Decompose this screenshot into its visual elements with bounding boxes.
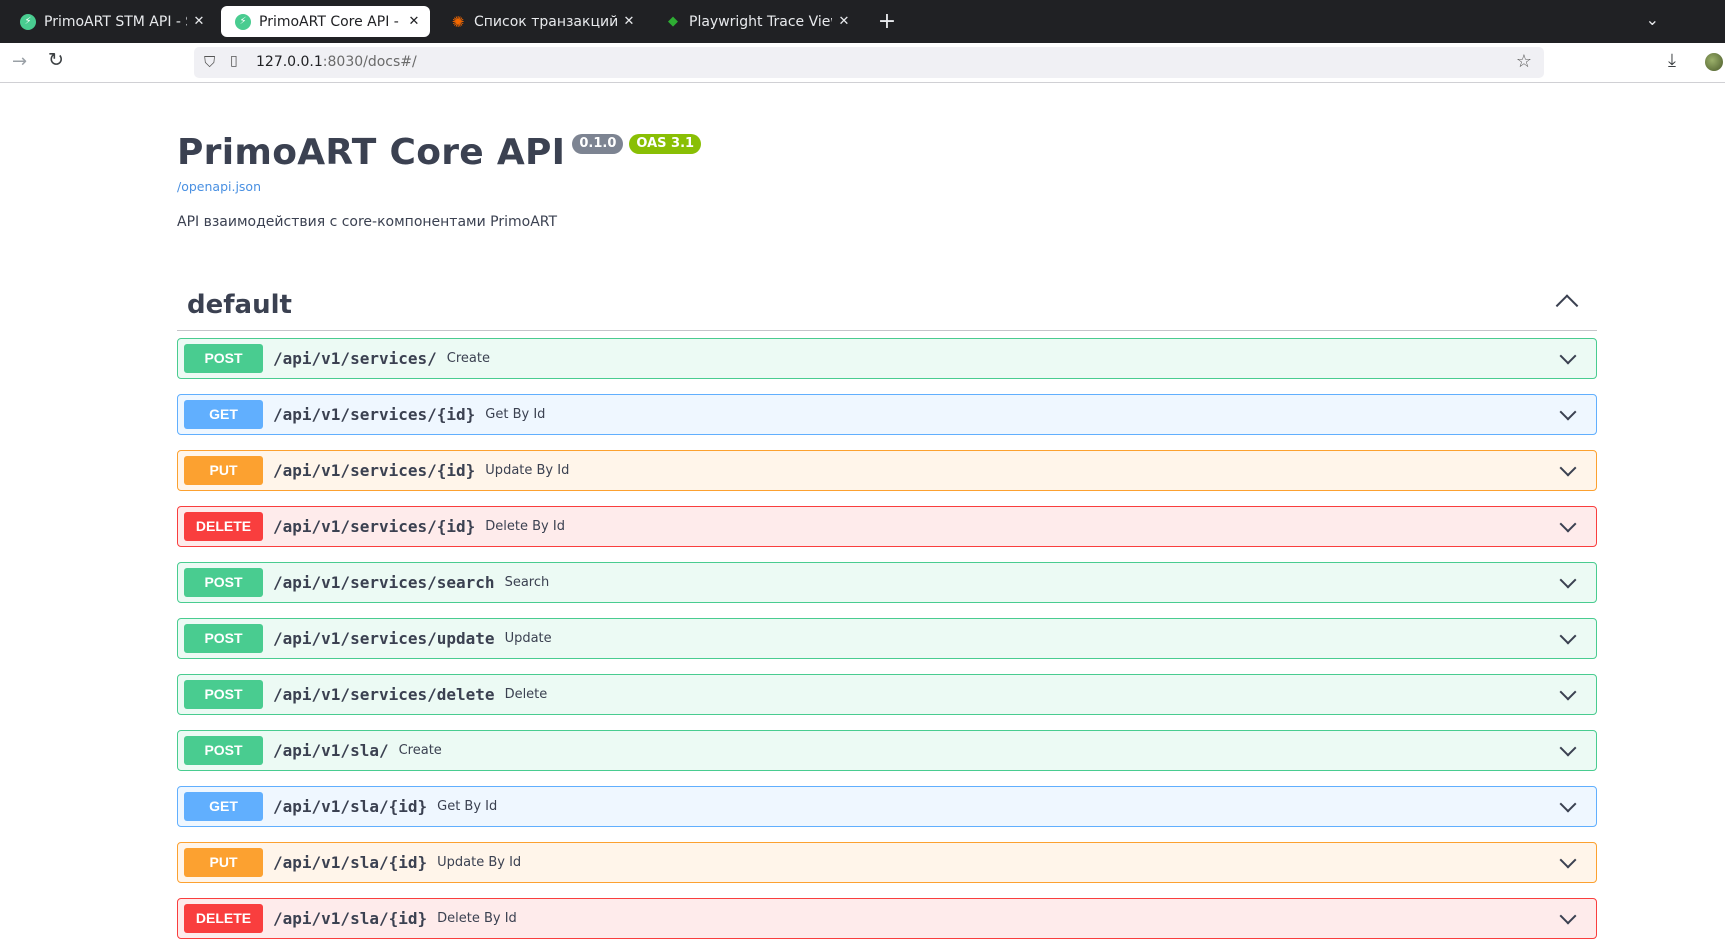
operation-row-delete[interactable]: DELETE/api/v1/services/{id} Delete By Id (177, 506, 1597, 547)
operation-summary: Get By Id (437, 799, 498, 814)
chevron-down-icon[interactable] (1559, 683, 1577, 701)
openapi-json-link[interactable]: /openapi.json (177, 179, 261, 194)
browser-tab-bar: ⚡ PrimoART STM API - Swagger ✕ ⚡ PrimoAR… (0, 0, 1725, 43)
browser-tab-core-api[interactable]: ⚡ PrimoART Core API - Swagger ✕ (221, 6, 430, 37)
operation-summary: Delete By Id (437, 911, 517, 926)
chevron-down-icon[interactable] (1559, 515, 1577, 533)
operation-path: /api/v1/services/{id} (273, 461, 476, 480)
operation-path: /api/v1/sla/{id} (273, 853, 428, 872)
operation-summary: Create (446, 351, 490, 366)
close-icon[interactable]: ✕ (406, 14, 422, 29)
operation-path: /api/v1/services/delete (273, 685, 495, 704)
http-method-badge: GET (184, 792, 263, 821)
operation-path: /api/v1/services/search (273, 573, 495, 592)
http-method-badge: POST (184, 680, 263, 709)
new-tab-button[interactable]: + (876, 9, 898, 34)
operation-path: /api/v1/services/update (273, 629, 495, 648)
forward-arrow-icon[interactable]: → (12, 51, 27, 72)
tab-title: Список транзакций DEV (474, 13, 617, 30)
close-icon[interactable]: ✕ (836, 14, 852, 29)
url-path: :8030/docs#/ (322, 54, 417, 70)
tab-title: Playwright Trace Viewer (689, 13, 832, 30)
chevron-down-icon[interactable] (1559, 571, 1577, 589)
version-badge: 0.1.0 (572, 134, 624, 154)
chevron-down-icon[interactable] (1559, 627, 1577, 645)
operation-path: /api/v1/services/ (273, 349, 437, 368)
chevron-down-icon[interactable] (1559, 907, 1577, 925)
browser-tab-transactions[interactable]: ✺ Список транзакций DEV ✕ (436, 6, 645, 37)
operation-path: /api/v1/sla/ (273, 741, 389, 760)
operation-summary: Delete By Id (485, 519, 565, 534)
chevron-up-icon[interactable] (1555, 294, 1579, 317)
browser-tab-playwright[interactable]: ◆ Playwright Trace Viewer ✕ (651, 6, 860, 37)
http-method-badge: GET (184, 400, 263, 429)
reload-icon[interactable]: ↻ (48, 49, 64, 71)
operation-path: /api/v1/services/{id} (273, 405, 476, 424)
page-title: PrimoART Core API (177, 132, 566, 173)
http-method-badge: POST (184, 568, 263, 597)
http-method-badge: POST (184, 736, 263, 765)
chevron-down-icon[interactable] (1559, 459, 1577, 477)
page-icon: ▯ (230, 53, 238, 69)
browser-nav-bar: → ↻ ⛉ ▯ 127.0.0.1:8030/docs#/ ☆ ⤓ (0, 43, 1725, 83)
operation-row-post[interactable]: POST/api/v1/services/Create (177, 338, 1597, 379)
http-method-badge: DELETE (184, 512, 263, 541)
playwright-icon: ◆ (668, 14, 678, 29)
operation-summary: Delete (504, 687, 548, 702)
http-method-badge: POST (184, 344, 263, 373)
operation-summary: Create (398, 743, 442, 758)
operation-row-post[interactable]: POST/api/v1/services/update Update (177, 618, 1597, 659)
download-icon[interactable]: ⤓ (1668, 50, 1676, 71)
tab-list-chevron-icon[interactable]: ⌄ (1646, 10, 1659, 29)
operation-path: /api/v1/sla/{id} (273, 909, 428, 928)
info-title-row: PrimoART Core API 0.1.0 OAS 3.1 (177, 131, 702, 175)
operation-summary: Update By Id (437, 855, 522, 870)
operation-row-delete[interactable]: DELETE/api/v1/sla/{id} Delete By Id (177, 898, 1597, 939)
tab-title: PrimoART STM API - Swagger (44, 13, 187, 30)
api-description: API взаимодействия с core-компонентами P… (177, 214, 558, 230)
address-bar[interactable]: ⛉ ▯ 127.0.0.1:8030/docs#/ ☆ (194, 47, 1544, 78)
close-icon[interactable]: ✕ (621, 14, 637, 29)
shield-icon[interactable]: ⛉ (204, 53, 215, 71)
bookmark-star-icon[interactable]: ☆ (1516, 51, 1532, 72)
operation-summary: Get By Id (485, 407, 546, 422)
chevron-down-icon[interactable] (1559, 739, 1577, 757)
avatar[interactable] (1705, 53, 1723, 71)
operation-row-put[interactable]: PUT/api/v1/sla/{id} Update By Id (177, 842, 1597, 883)
operation-path: /api/v1/services/{id} (273, 517, 476, 536)
chevron-down-icon[interactable] (1559, 795, 1577, 813)
operation-path: /api/v1/sla/{id} (273, 797, 428, 816)
close-icon[interactable]: ✕ (191, 14, 207, 29)
url-host: 127.0.0.1 (256, 54, 323, 70)
grafana-icon: ✺ (451, 12, 465, 31)
http-method-badge: PUT (184, 848, 263, 877)
chevron-down-icon[interactable] (1559, 403, 1577, 421)
http-method-badge: DELETE (184, 904, 263, 933)
operation-row-get[interactable]: GET/api/v1/services/{id} Get By Id (177, 394, 1597, 435)
http-method-badge: POST (184, 624, 263, 653)
chevron-down-icon[interactable] (1559, 347, 1577, 365)
operation-row-post[interactable]: POST/api/v1/services/search Search (177, 562, 1597, 603)
swagger-icon: ⚡ (235, 13, 251, 30)
chevron-down-icon[interactable] (1559, 851, 1577, 869)
operation-row-post[interactable]: POST/api/v1/sla/Create (177, 730, 1597, 771)
operation-summary: Search (504, 575, 550, 590)
operation-summary: Update By Id (485, 463, 570, 478)
http-method-badge: PUT (184, 456, 263, 485)
swagger-icon: ⚡ (20, 13, 36, 30)
tab-title: PrimoART Core API - Swagger (259, 13, 402, 30)
tag-section-header[interactable]: default (177, 280, 1597, 331)
operation-row-post[interactable]: POST/api/v1/services/delete Delete (177, 674, 1597, 715)
operation-summary: Update (504, 631, 552, 646)
browser-tab-stm-api[interactable]: ⚡ PrimoART STM API - Swagger ✕ (6, 6, 215, 37)
operation-row-put[interactable]: PUT/api/v1/services/{id} Update By Id (177, 450, 1597, 491)
operation-row-get[interactable]: GET/api/v1/sla/{id} Get By Id (177, 786, 1597, 827)
oas-badge: OAS 3.1 (629, 134, 702, 154)
url-text[interactable]: 127.0.0.1:8030/docs#/ (256, 54, 417, 70)
tag-section-title: default (187, 290, 292, 320)
